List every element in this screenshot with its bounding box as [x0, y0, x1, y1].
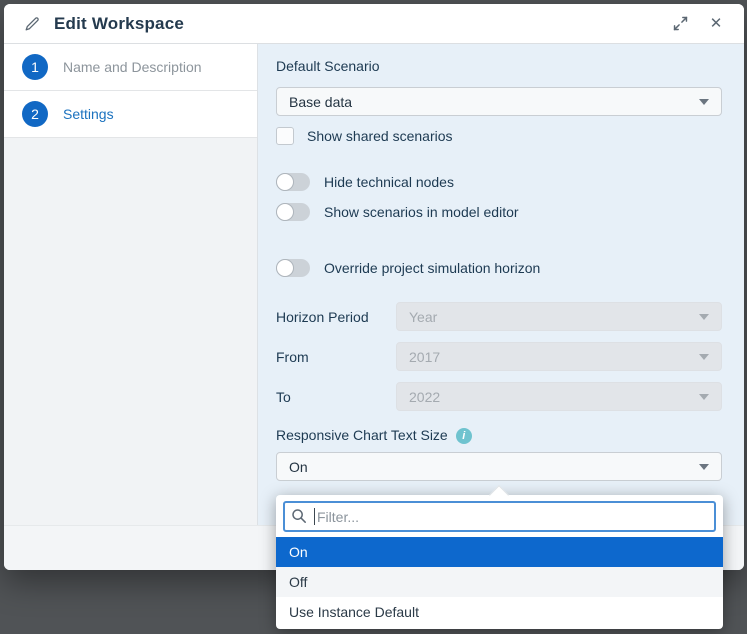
toggle-knob [276, 203, 294, 221]
dropdown-filter-wrap [276, 495, 723, 537]
pencil-icon [20, 12, 44, 36]
step-number-badge: 2 [22, 101, 48, 127]
toggle-knob [276, 259, 294, 277]
from-label: From [276, 349, 396, 365]
steps-sidebar: 1 Name and Description 2 Settings [4, 44, 258, 525]
hide-technical-nodes-toggle[interactable] [276, 173, 310, 191]
settings-panel: Default Scenario Base data Show shared s… [258, 44, 744, 525]
step-label: Name and Description [63, 59, 202, 75]
responsive-chart-label-row: Responsive Chart Text Size i [276, 427, 722, 444]
chevron-down-icon [699, 354, 709, 360]
from-value: 2017 [409, 349, 699, 365]
step-label: Settings [63, 106, 114, 122]
expand-icon[interactable] [668, 12, 692, 36]
sidebar-item-settings[interactable]: 2 Settings [4, 91, 257, 138]
dropdown-option-use-instance-default[interactable]: Use Instance Default [276, 597, 723, 627]
responsive-chart-dropdown-popup: On Off Use Instance Default [276, 495, 723, 629]
to-row: To 2022 [276, 382, 722, 411]
step-number-badge: 1 [22, 54, 48, 80]
default-scenario-value: Base data [289, 94, 699, 110]
hide-technical-nodes-row[interactable]: Hide technical nodes [276, 172, 722, 192]
override-horizon-label: Override project simulation horizon [324, 260, 540, 276]
chevron-down-icon [699, 394, 709, 400]
horizon-period-select: Year [396, 302, 722, 331]
responsive-chart-label: Responsive Chart Text Size [276, 427, 448, 444]
responsive-chart-value: On [289, 459, 699, 475]
text-cursor [314, 508, 315, 525]
dialog-body: 1 Name and Description 2 Settings Defaul… [4, 44, 744, 525]
search-icon [291, 508, 307, 529]
chevron-down-icon [699, 99, 709, 105]
to-value: 2022 [409, 389, 699, 405]
show-shared-scenarios-checkbox[interactable] [276, 127, 294, 145]
override-horizon-toggle[interactable] [276, 259, 310, 277]
dialog-title: Edit Workspace [54, 14, 184, 34]
from-select: 2017 [396, 342, 722, 371]
chevron-down-icon [699, 464, 709, 470]
toggle-knob [276, 173, 294, 191]
hide-technical-nodes-label: Hide technical nodes [324, 174, 454, 190]
close-icon[interactable]: ✕ [704, 12, 728, 36]
dialog-header: Edit Workspace ✕ [4, 4, 744, 44]
horizon-period-row: Horizon Period Year [276, 302, 722, 331]
sidebar-item-name-and-description[interactable]: 1 Name and Description [4, 44, 257, 91]
chevron-down-icon [699, 314, 709, 320]
default-scenario-select[interactable]: Base data [276, 87, 722, 116]
show-scenarios-model-editor-label: Show scenarios in model editor [324, 204, 519, 220]
info-icon[interactable]: i [456, 428, 472, 444]
show-scenarios-model-editor-toggle[interactable] [276, 203, 310, 221]
dropdown-option-off[interactable]: Off [276, 567, 723, 597]
default-scenario-label: Default Scenario [276, 58, 722, 75]
show-scenarios-model-editor-row[interactable]: Show scenarios in model editor [276, 202, 722, 222]
show-shared-scenarios-label: Show shared scenarios [307, 128, 453, 144]
show-shared-scenarios-row[interactable]: Show shared scenarios [276, 126, 722, 146]
filter-input[interactable] [283, 501, 716, 532]
from-row: From 2017 [276, 342, 722, 371]
dropdown-option-on[interactable]: On [276, 537, 723, 567]
to-label: To [276, 389, 396, 405]
override-horizon-row[interactable]: Override project simulation horizon [276, 258, 722, 278]
horizon-period-label: Horizon Period [276, 309, 396, 325]
page-background: Edit Workspace ✕ [0, 0, 747, 634]
horizon-period-value: Year [409, 309, 699, 325]
edit-workspace-dialog: Edit Workspace ✕ [4, 4, 744, 570]
responsive-chart-select[interactable]: On [276, 452, 722, 481]
to-select: 2022 [396, 382, 722, 411]
